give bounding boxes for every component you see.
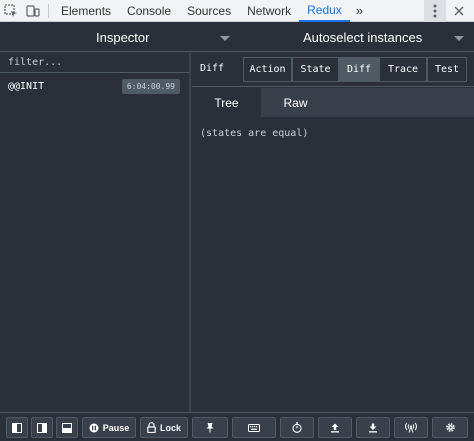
lock-button[interactable]: Lock [140, 417, 188, 438]
chevron-down-icon [220, 36, 230, 41]
layout-bottom-icon [62, 422, 72, 433]
download-button[interactable] [356, 417, 390, 438]
device-toolbar-icon[interactable] [22, 0, 44, 22]
pin-icon [206, 422, 214, 433]
diff-message: (states are equal) [200, 128, 309, 139]
pin-button[interactable] [192, 417, 228, 438]
remote-icon [404, 422, 418, 433]
instance-select[interactable]: Autoselect instances [240, 23, 474, 52]
pause-label: Pause [102, 422, 130, 433]
inspector-toolbar: Diff Action State Diff Trace Test [192, 53, 474, 87]
settings-button[interactable] [432, 417, 468, 438]
download-icon [368, 423, 378, 433]
devtools-tab-sources[interactable]: Sources [179, 0, 239, 22]
bottom-toolbar: Pause Lock [0, 412, 474, 441]
tab-trace[interactable]: Trace [379, 57, 427, 82]
monitor-header: Inspector Autoselect instances [0, 23, 474, 52]
view-tabs: Tree Raw [192, 88, 474, 117]
monitor-label: Inspector [96, 30, 150, 45]
devtools-tab-bar: Elements Console Sources Network Redux » [0, 0, 474, 22]
devtools-tab-network[interactable]: Network [239, 0, 299, 22]
action-timestamp: 6:04:00.99 [121, 79, 180, 94]
devtools-tab-elements[interactable]: Elements [53, 0, 119, 22]
mode-label: Diff [200, 63, 225, 74]
tab-diff[interactable]: Diff [339, 57, 379, 82]
settings-icon [445, 422, 456, 433]
inspector-panel: Diff Action State Diff Trace Test Tree R… [192, 53, 474, 412]
kebab-menu-icon[interactable] [424, 0, 446, 22]
lock-label: Lock [159, 422, 181, 433]
pause-icon [89, 423, 99, 433]
panel-resizer[interactable] [189, 53, 191, 412]
keyboard-button[interactable] [232, 417, 276, 438]
close-icon[interactable] [448, 0, 470, 22]
layout-left-icon [12, 422, 22, 433]
devtools-tab-console[interactable]: Console [119, 0, 179, 22]
timer-button[interactable] [280, 417, 314, 438]
layout-left-button[interactable] [6, 417, 28, 438]
layout-bottom-button[interactable] [56, 417, 78, 438]
tab-tree[interactable]: Tree [192, 88, 261, 117]
timer-icon [292, 422, 302, 433]
inspect-element-icon[interactable] [0, 0, 22, 22]
upload-icon [330, 423, 340, 433]
tab-action[interactable]: Action [243, 57, 292, 82]
tab-test[interactable]: Test [427, 57, 467, 82]
pause-button[interactable]: Pause [82, 417, 136, 438]
toolbar-divider [48, 3, 49, 18]
tab-state[interactable]: State [292, 57, 339, 82]
devtools-tab-redux[interactable]: Redux [299, 0, 350, 22]
more-tabs-button[interactable]: » [350, 0, 369, 22]
layout-right-icon [37, 422, 47, 433]
action-list-item[interactable]: @@INIT 6:04:00.99 [0, 74, 190, 99]
lock-icon [147, 422, 156, 433]
instance-label: Autoselect instances [303, 30, 423, 45]
action-name: @@INIT [8, 81, 45, 92]
filter-input[interactable] [0, 53, 190, 73]
chevron-down-icon [454, 36, 464, 41]
action-list-panel: @@INIT 6:04:00.99 [0, 53, 191, 412]
tab-raw[interactable]: Raw [261, 88, 330, 117]
layout-right-button[interactable] [31, 417, 53, 438]
upload-button[interactable] [318, 417, 352, 438]
remote-button[interactable] [394, 417, 428, 438]
keyboard-icon [248, 423, 260, 432]
monitor-select[interactable]: Inspector [0, 23, 240, 52]
